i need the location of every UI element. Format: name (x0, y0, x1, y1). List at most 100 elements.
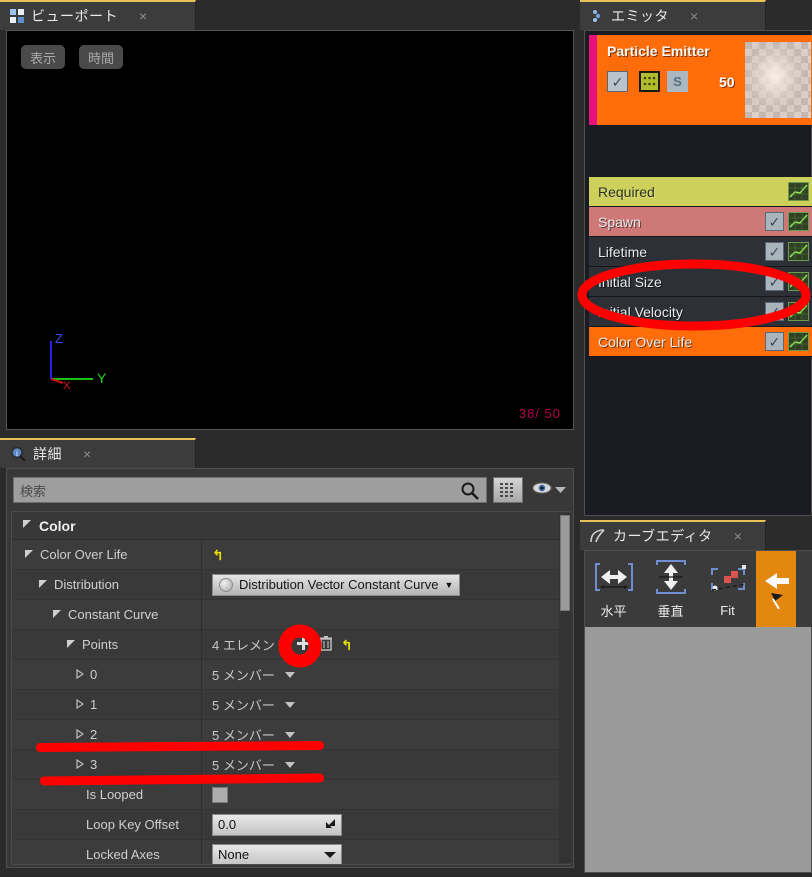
details-scrollbar-thumb[interactable] (560, 515, 570, 611)
tab-curve-editor[interactable]: カーブエディタ × (580, 520, 766, 550)
module-row-lifetime[interactable]: Lifetime ✓ (589, 237, 812, 267)
prop-label: Points (82, 637, 119, 652)
locked-axes-dropdown[interactable]: None (212, 843, 342, 864)
expander-closed-icon[interactable] (76, 727, 85, 742)
member-count-label: 5 メンバー (212, 668, 275, 683)
module-label: Initial Velocity (598, 303, 683, 320)
member-dropdown[interactable]: 5 メンバー (212, 695, 295, 714)
close-icon[interactable]: × (690, 8, 698, 24)
prop-name-cell: 1 (12, 690, 202, 719)
prop-row-is-looped[interactable]: Is Looped (12, 780, 570, 810)
module-curve-icon[interactable] (788, 212, 809, 231)
module-row-color-over-life[interactable]: Color Over Life ✓ (589, 327, 812, 357)
search-input[interactable]: 検索 (13, 477, 487, 503)
category-color[interactable]: Color (12, 512, 570, 540)
expander-closed-icon[interactable] (76, 757, 85, 772)
reset-icon[interactable]: ↰ (341, 638, 353, 652)
loop-key-offset-input[interactable]: 0.0 (212, 813, 342, 836)
module-curve-icon[interactable] (788, 332, 809, 351)
tab-details[interactable]: i 詳細 × (0, 438, 196, 468)
tab-emitter[interactable]: エミッタ × (580, 0, 766, 30)
details-scrollbar[interactable] (559, 513, 571, 863)
module-curve-icon[interactable] (788, 302, 809, 321)
curve-fit-vertical-button[interactable]: 垂直 (642, 551, 699, 627)
curve-editor-toolbar: 水平 垂直 Fit (585, 551, 812, 627)
prop-value-cell: ↰ (202, 548, 570, 562)
module-enabled-checkbox[interactable]: ✓ (765, 302, 784, 321)
column-view-toggle[interactable] (493, 477, 523, 503)
prop-label: 0 (90, 667, 98, 682)
member-dropdown[interactable]: 5 メンバー (212, 665, 295, 684)
prop-row-points[interactable]: Points 4 エレメント ↰ (12, 630, 570, 660)
module-enabled-checkbox[interactable]: ✓ (765, 272, 784, 291)
prop-value-cell: 5 メンバー (202, 695, 570, 714)
close-icon[interactable]: × (83, 446, 91, 462)
tab-viewport-label: ビューポート (31, 8, 118, 24)
prop-row-color-over-life[interactable]: Color Over Life ↰ (12, 540, 570, 570)
module-curve-icon[interactable] (788, 272, 809, 291)
search-placeholder: 検索 (20, 483, 47, 499)
emitter-enabled-checkbox[interactable]: ✓ (607, 71, 628, 92)
spinner-icon[interactable] (325, 817, 336, 832)
check-icon: ✓ (611, 73, 624, 90)
prop-label: Loop Key Offset (86, 817, 179, 832)
module-row-initial-velocity[interactable]: Initial Velocity ✓ (589, 297, 812, 327)
module-enabled-checkbox[interactable]: ✓ (765, 242, 784, 261)
member-dropdown[interactable]: 5 メンバー (212, 755, 295, 774)
close-icon[interactable]: × (139, 8, 147, 24)
module-row-initial-size[interactable]: Initial Size ✓ (589, 267, 812, 297)
module-curve-icon[interactable] (788, 182, 809, 201)
chevron-down-icon (284, 701, 295, 708)
reset-icon[interactable]: ↰ (212, 548, 224, 562)
is-looped-checkbox[interactable] (212, 786, 228, 803)
delete-elements-button[interactable] (319, 635, 333, 654)
module-enabled-checkbox[interactable]: ✓ (765, 332, 784, 351)
curve-pan-button[interactable] (756, 551, 796, 627)
prop-row-point-1[interactable]: 1 5 メンバー (12, 690, 570, 720)
property-tree[interactable]: Color Color Over Life ↰ Distribution Dis… (11, 511, 571, 865)
prop-row-distribution[interactable]: Distribution Distribution Vector Constan… (12, 570, 570, 600)
tab-emitter-label: エミッタ (611, 8, 669, 24)
tab-curve-editor-label: カーブエディタ (613, 528, 713, 544)
prop-name-cell: Locked Axes (12, 840, 202, 864)
prop-row-loop-key-offset[interactable]: Loop Key Offset 0.0 (12, 810, 570, 840)
curve-editor-body[interactable]: 水平 垂直 Fit (584, 550, 812, 873)
prop-row-point-3[interactable]: 3 5 メンバー (12, 750, 570, 780)
prop-row-locked-axes[interactable]: Locked Axes None (12, 840, 570, 864)
prop-label: Distribution (54, 577, 120, 592)
module-row-spawn[interactable]: Spawn ✓ (589, 207, 812, 237)
prop-row-point-0[interactable]: 0 5 メンバー (12, 660, 570, 690)
vertical-arrows-icon (649, 558, 693, 599)
prop-row-constant-curve[interactable]: Constant Curve (12, 600, 570, 630)
curve-fit-button[interactable]: Fit (699, 551, 756, 627)
emitter-panel: エミッタ × Particle Emitter ✓ S 50 Required … (580, 0, 812, 520)
prop-row-point-2[interactable]: 2 5 メンバー (12, 720, 570, 750)
close-icon[interactable]: × (734, 528, 742, 544)
expander-open-icon[interactable] (52, 607, 62, 622)
expander-open-icon[interactable] (24, 547, 34, 562)
prop-name-cell: 0 (12, 660, 202, 689)
emitter-detail-mode-icon[interactable] (639, 71, 660, 92)
viewport-canvas[interactable]: 表示 時間 Z Y X 38/ 50 (6, 30, 574, 430)
left-arrow-icon (759, 565, 793, 612)
tab-viewport[interactable]: ビューポート × (0, 0, 196, 30)
member-dropdown[interactable]: 5 メンバー (212, 725, 295, 744)
expander-open-icon[interactable] (22, 519, 32, 532)
points-element-count: 4 エレメント (212, 638, 288, 653)
emitter-solo-button[interactable]: S (667, 71, 688, 92)
view-options-button[interactable] (529, 481, 569, 500)
distribution-dropdown[interactable]: Distribution Vector Constant Curve ▼ (212, 573, 461, 596)
emitter-header[interactable]: Particle Emitter ✓ S 50 (589, 35, 812, 125)
add-element-button[interactable] (296, 636, 311, 654)
viewport-show-button[interactable]: 表示 (21, 45, 66, 69)
curve-fit-horizontal-button[interactable]: 水平 (585, 551, 642, 627)
radio-circle-icon (219, 577, 233, 592)
expander-open-icon[interactable] (38, 577, 48, 592)
module-enabled-checkbox[interactable]: ✓ (765, 212, 784, 231)
module-curve-icon[interactable] (788, 242, 809, 261)
module-row-required[interactable]: Required (589, 177, 812, 207)
expander-open-icon[interactable] (66, 637, 76, 652)
expander-closed-icon[interactable] (76, 697, 85, 712)
expander-closed-icon[interactable] (76, 667, 85, 682)
viewport-time-button[interactable]: 時間 (79, 45, 124, 69)
